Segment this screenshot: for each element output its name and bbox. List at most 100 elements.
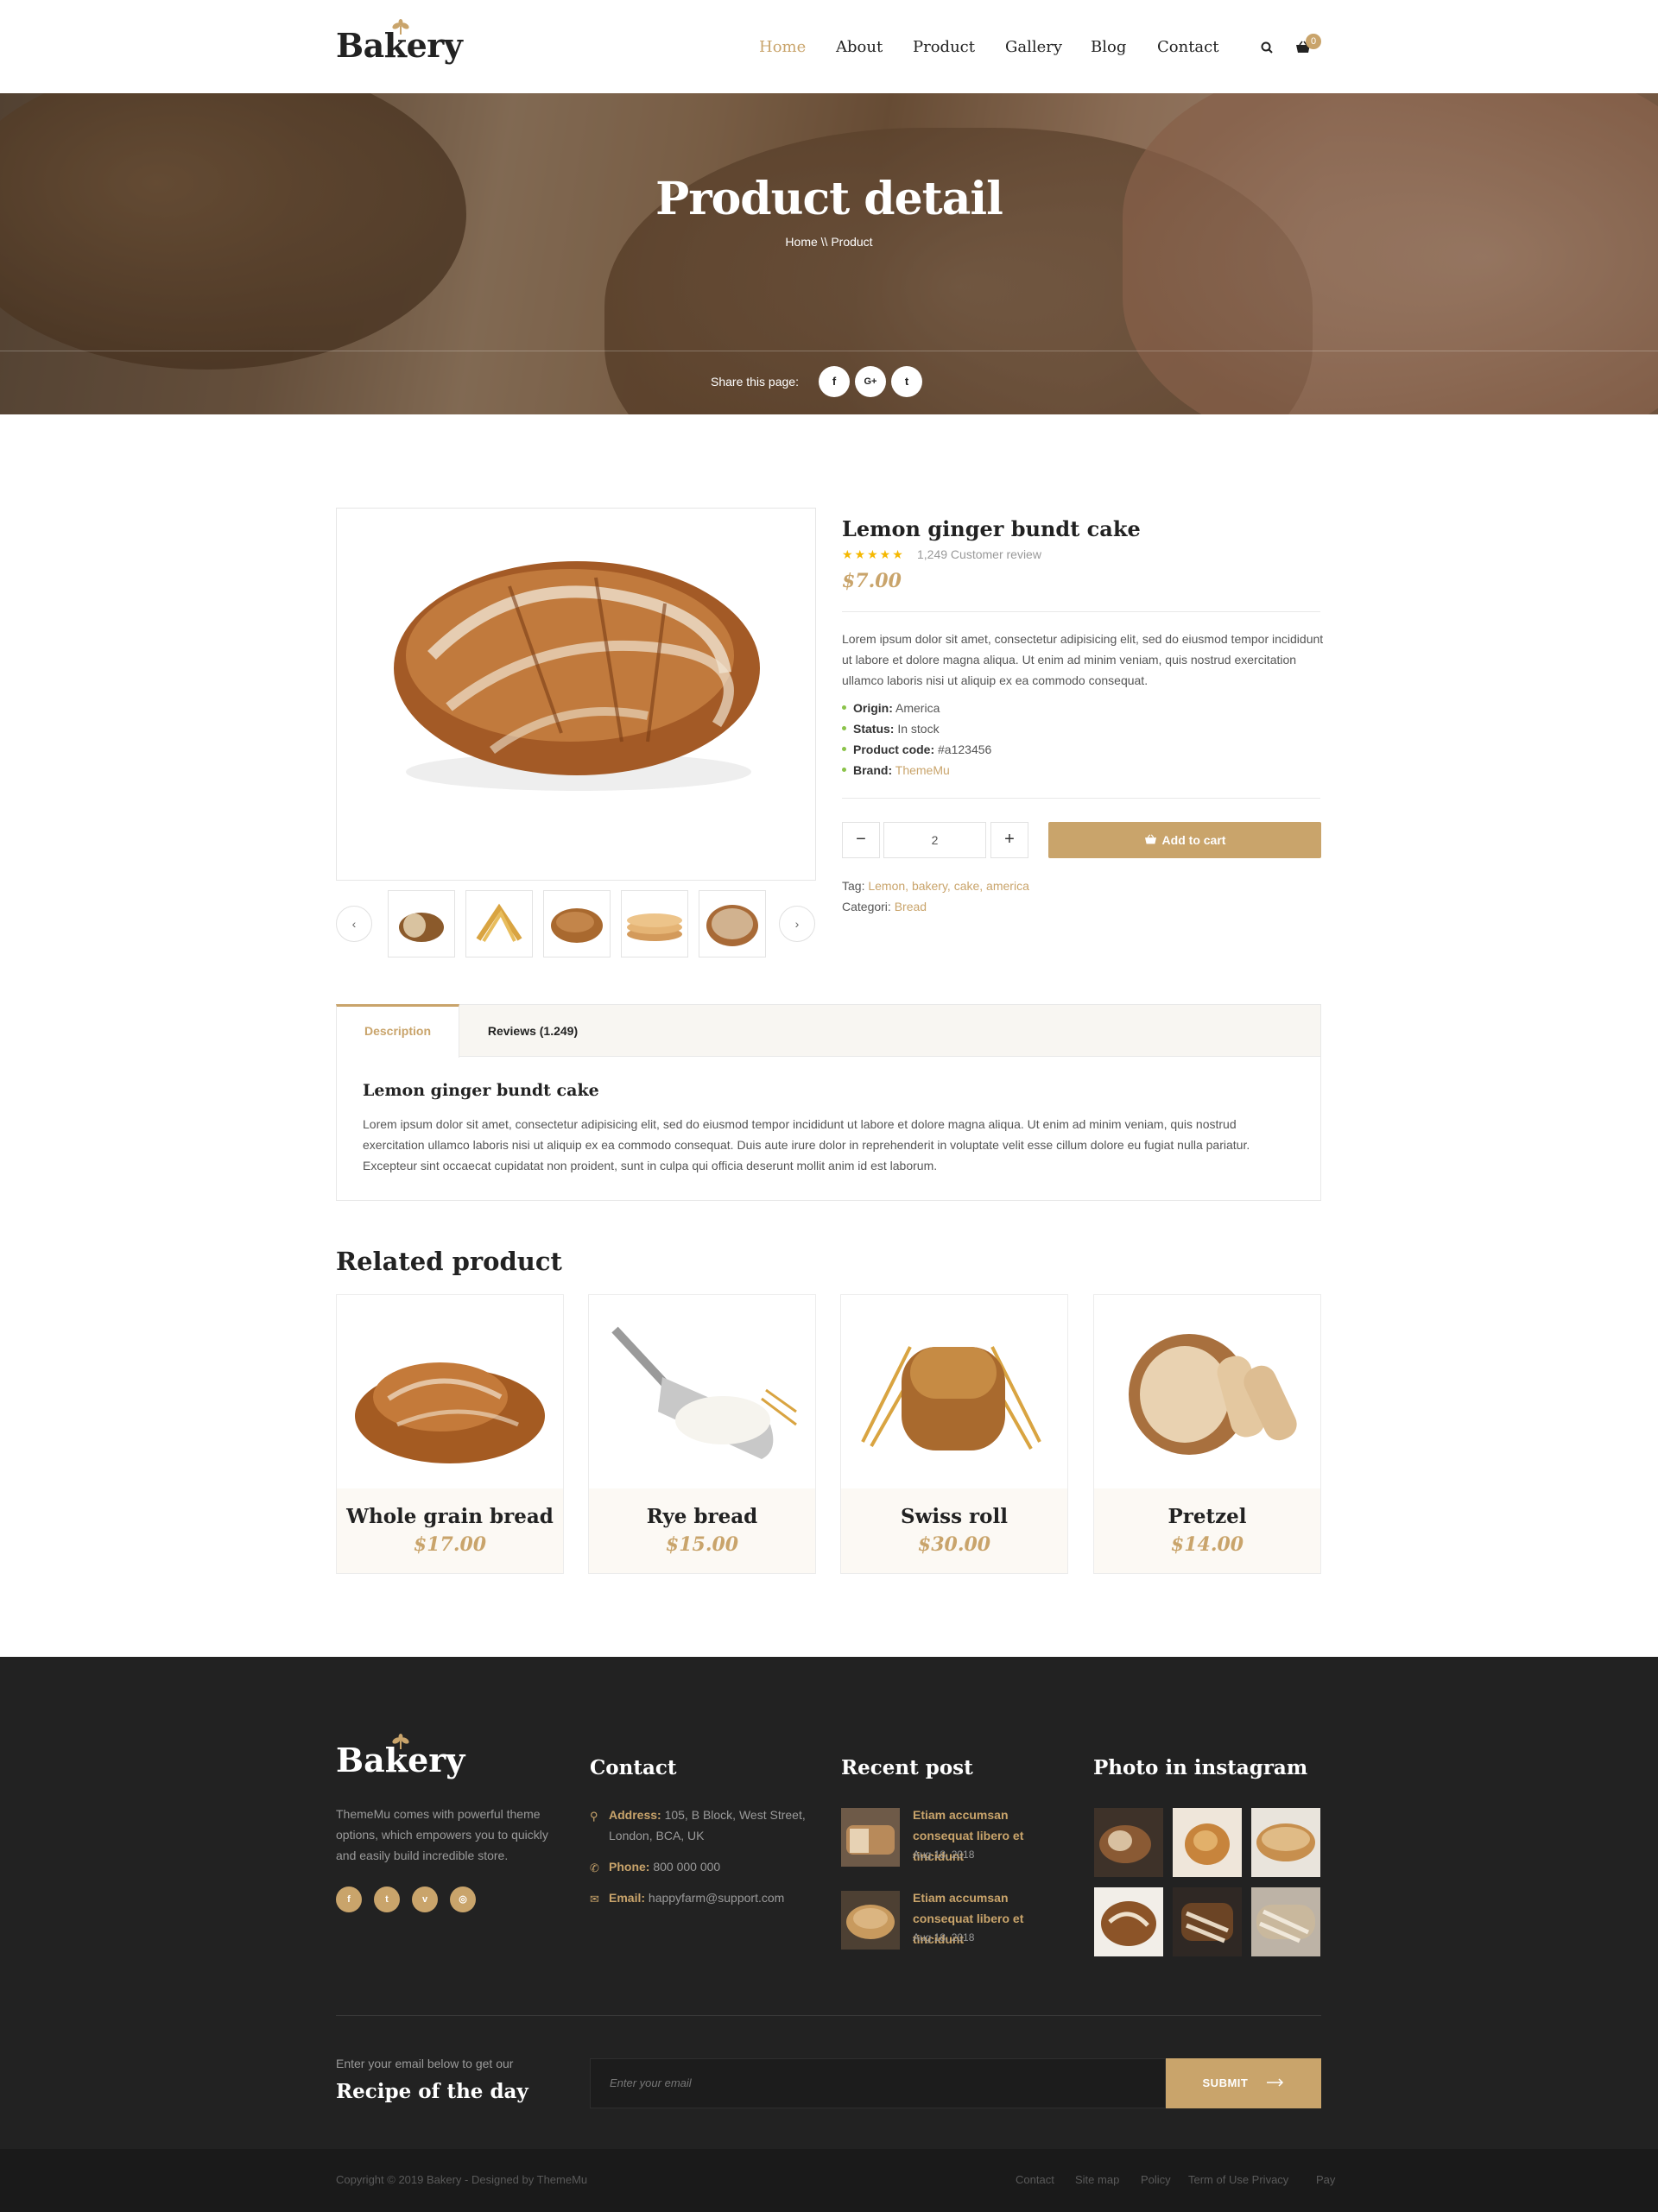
- quantity-input[interactable]: 2: [883, 822, 986, 858]
- vimeo-icon[interactable]: v: [412, 1887, 438, 1912]
- pretzel-sliced-bread-image: [1129, 1334, 1297, 1455]
- tag-label: Tag:: [842, 879, 865, 893]
- spec-status: Status: In stock: [842, 722, 940, 736]
- thumb-next-button[interactable]: ›: [779, 906, 815, 942]
- instagram-photo[interactable]: [1173, 1808, 1242, 1877]
- arrow-right-icon: [1267, 2078, 1284, 2087]
- related-product-card[interactable]: Rye bread $15.00: [588, 1294, 816, 1574]
- review-count[interactable]: 1,249 Customer review: [917, 547, 1041, 561]
- card-footer: [841, 1488, 1067, 1573]
- site-logo[interactable]: Bakery: [336, 19, 463, 65]
- product-price: $30.00: [917, 1533, 991, 1556]
- related-product-card[interactable]: Pretzel $14.00: [1093, 1294, 1321, 1574]
- related-heading: Related product: [336, 1247, 562, 1276]
- mail-icon: ✉: [590, 1893, 599, 1905]
- newsletter-title: Recipe of the day: [336, 2080, 528, 2103]
- nav-contact[interactable]: Contact: [1157, 38, 1218, 56]
- bullet-icon: [842, 746, 846, 751]
- recent-post-date: Aug 18, 2018: [913, 1849, 975, 1861]
- product-name[interactable]: Pretzel: [1094, 1505, 1320, 1528]
- thumbnail-2[interactable]: [465, 890, 533, 957]
- product-price: $7.00: [842, 570, 902, 592]
- tab-description[interactable]: Description: [336, 1004, 459, 1058]
- product-main-image[interactable]: [336, 508, 816, 881]
- bullet-icon: [842, 705, 846, 710]
- cart-count-badge: 0: [1306, 34, 1321, 49]
- newsletter-submit-button[interactable]: SUBMIT: [1166, 2058, 1321, 2108]
- instagram-photo[interactable]: [1094, 1887, 1163, 1956]
- footer-contact-heading: Contact: [590, 1756, 677, 1779]
- thumbnail-4[interactable]: [621, 890, 688, 957]
- card-footer: [337, 1488, 563, 1573]
- spec-label: Product code:: [853, 743, 935, 756]
- add-to-cart-label: Add to cart: [1161, 833, 1226, 847]
- product-price: $17.00: [413, 1533, 487, 1556]
- footer-link-policy[interactable]: Policy: [1141, 2173, 1171, 2186]
- bullet-icon: [842, 767, 846, 772]
- info-divider: [842, 611, 1320, 612]
- footer-link-sitemap[interactable]: Site map: [1075, 2173, 1119, 2186]
- instagram-photo[interactable]: [1251, 1887, 1320, 1956]
- thumb-prev-button[interactable]: ‹: [336, 906, 372, 942]
- product-name[interactable]: Swiss roll: [841, 1505, 1067, 1528]
- nav-blog[interactable]: Blog: [1091, 38, 1126, 56]
- product-price: $14.00: [1170, 1533, 1244, 1556]
- product-price: $15.00: [665, 1533, 739, 1556]
- card-footer: [1094, 1488, 1320, 1573]
- add-to-cart-button[interactable]: Add to cart: [1048, 822, 1321, 858]
- twitter-icon[interactable]: t: [374, 1887, 400, 1912]
- copyright-text: Copyright © 2019 Bakery - Designed by Th…: [336, 2173, 588, 2186]
- breadcrumb[interactable]: Home \\ Product: [0, 235, 1658, 249]
- footer-instagram-heading: Photo in instagram: [1093, 1756, 1308, 1779]
- instagram-icon[interactable]: ◎: [450, 1887, 476, 1912]
- footer-link-contact[interactable]: Contact: [1016, 2173, 1054, 2186]
- tab-reviews[interactable]: Reviews (1.249): [459, 1004, 606, 1058]
- product-category: Categori: Bread: [842, 900, 927, 913]
- nav-product[interactable]: Product: [913, 38, 975, 56]
- related-product-card[interactable]: Swiss roll $30.00: [840, 1294, 1068, 1574]
- instagram-photo[interactable]: [1094, 1808, 1163, 1877]
- quantity-increase-button[interactable]: +: [990, 822, 1028, 858]
- footer-phone: ✆ Phone: 800 000 000: [590, 1856, 823, 1877]
- nav-home[interactable]: Home: [759, 38, 806, 56]
- swiss-roll-bread-image: [861, 1346, 1041, 1450]
- product-description: Lorem ipsum dolor sit amet, consectetur …: [842, 632, 1324, 687]
- instagram-photo[interactable]: [1251, 1808, 1320, 1877]
- tag-links[interactable]: Lemon, bakery, cake, america: [868, 879, 1029, 893]
- bread-loaf-image: [394, 561, 760, 791]
- brand-link[interactable]: ThemeMu: [895, 763, 950, 777]
- footer-link-terms[interactable]: Term of Use Privacy: [1188, 2173, 1288, 2186]
- product-tags: Tag: Lemon, bakery, cake, america: [842, 879, 1029, 893]
- address-label: Address:: [609, 1808, 661, 1822]
- recent-post-thumbnail[interactable]: [841, 1891, 900, 1950]
- product-name[interactable]: Whole grain bread: [337, 1505, 563, 1528]
- wheat-icon: [392, 19, 409, 35]
- facebook-icon[interactable]: f: [336, 1887, 362, 1912]
- product-name[interactable]: Rye bread: [589, 1505, 815, 1528]
- thumbnail-3[interactable]: [543, 890, 611, 957]
- quantity-decrease-button[interactable]: −: [842, 822, 880, 858]
- related-product-card[interactable]: Whole grain bread $17.00: [336, 1294, 564, 1574]
- newsletter-email-input[interactable]: Enter your email: [590, 2058, 1166, 2108]
- search-icon[interactable]: [1261, 41, 1273, 54]
- spec-value: #a123456: [938, 743, 992, 756]
- footer-about-text: ThemeMu comes with powerful theme option…: [336, 1807, 548, 1862]
- twitter-share-icon[interactable]: t: [891, 366, 922, 397]
- footer-bottom-bar: [0, 2149, 1658, 2212]
- instagram-photo[interactable]: [1173, 1887, 1242, 1956]
- email-value[interactable]: happyfarm@support.com: [649, 1891, 784, 1905]
- category-link[interactable]: Bread: [895, 900, 927, 913]
- spec-brand: Brand: ThemeMu: [842, 763, 950, 777]
- nav-gallery[interactable]: Gallery: [1005, 38, 1062, 56]
- phone-value: 800 000 000: [653, 1860, 721, 1874]
- facebook-share-icon[interactable]: f: [819, 366, 850, 397]
- footer-link-pay[interactable]: Pay: [1316, 2173, 1335, 2186]
- thumbnail-1[interactable]: [388, 890, 455, 957]
- recent-post-thumbnail[interactable]: [841, 1808, 900, 1867]
- nav-about[interactable]: About: [836, 38, 883, 56]
- google-plus-share-icon[interactable]: G+: [855, 366, 886, 397]
- footer-logo[interactable]: Bakery: [336, 1734, 465, 1779]
- site-header: Bakery Home About Product Gallery Blog C…: [0, 0, 1658, 93]
- thumbnail-5[interactable]: [699, 890, 766, 957]
- spec-value: In stock: [897, 722, 940, 736]
